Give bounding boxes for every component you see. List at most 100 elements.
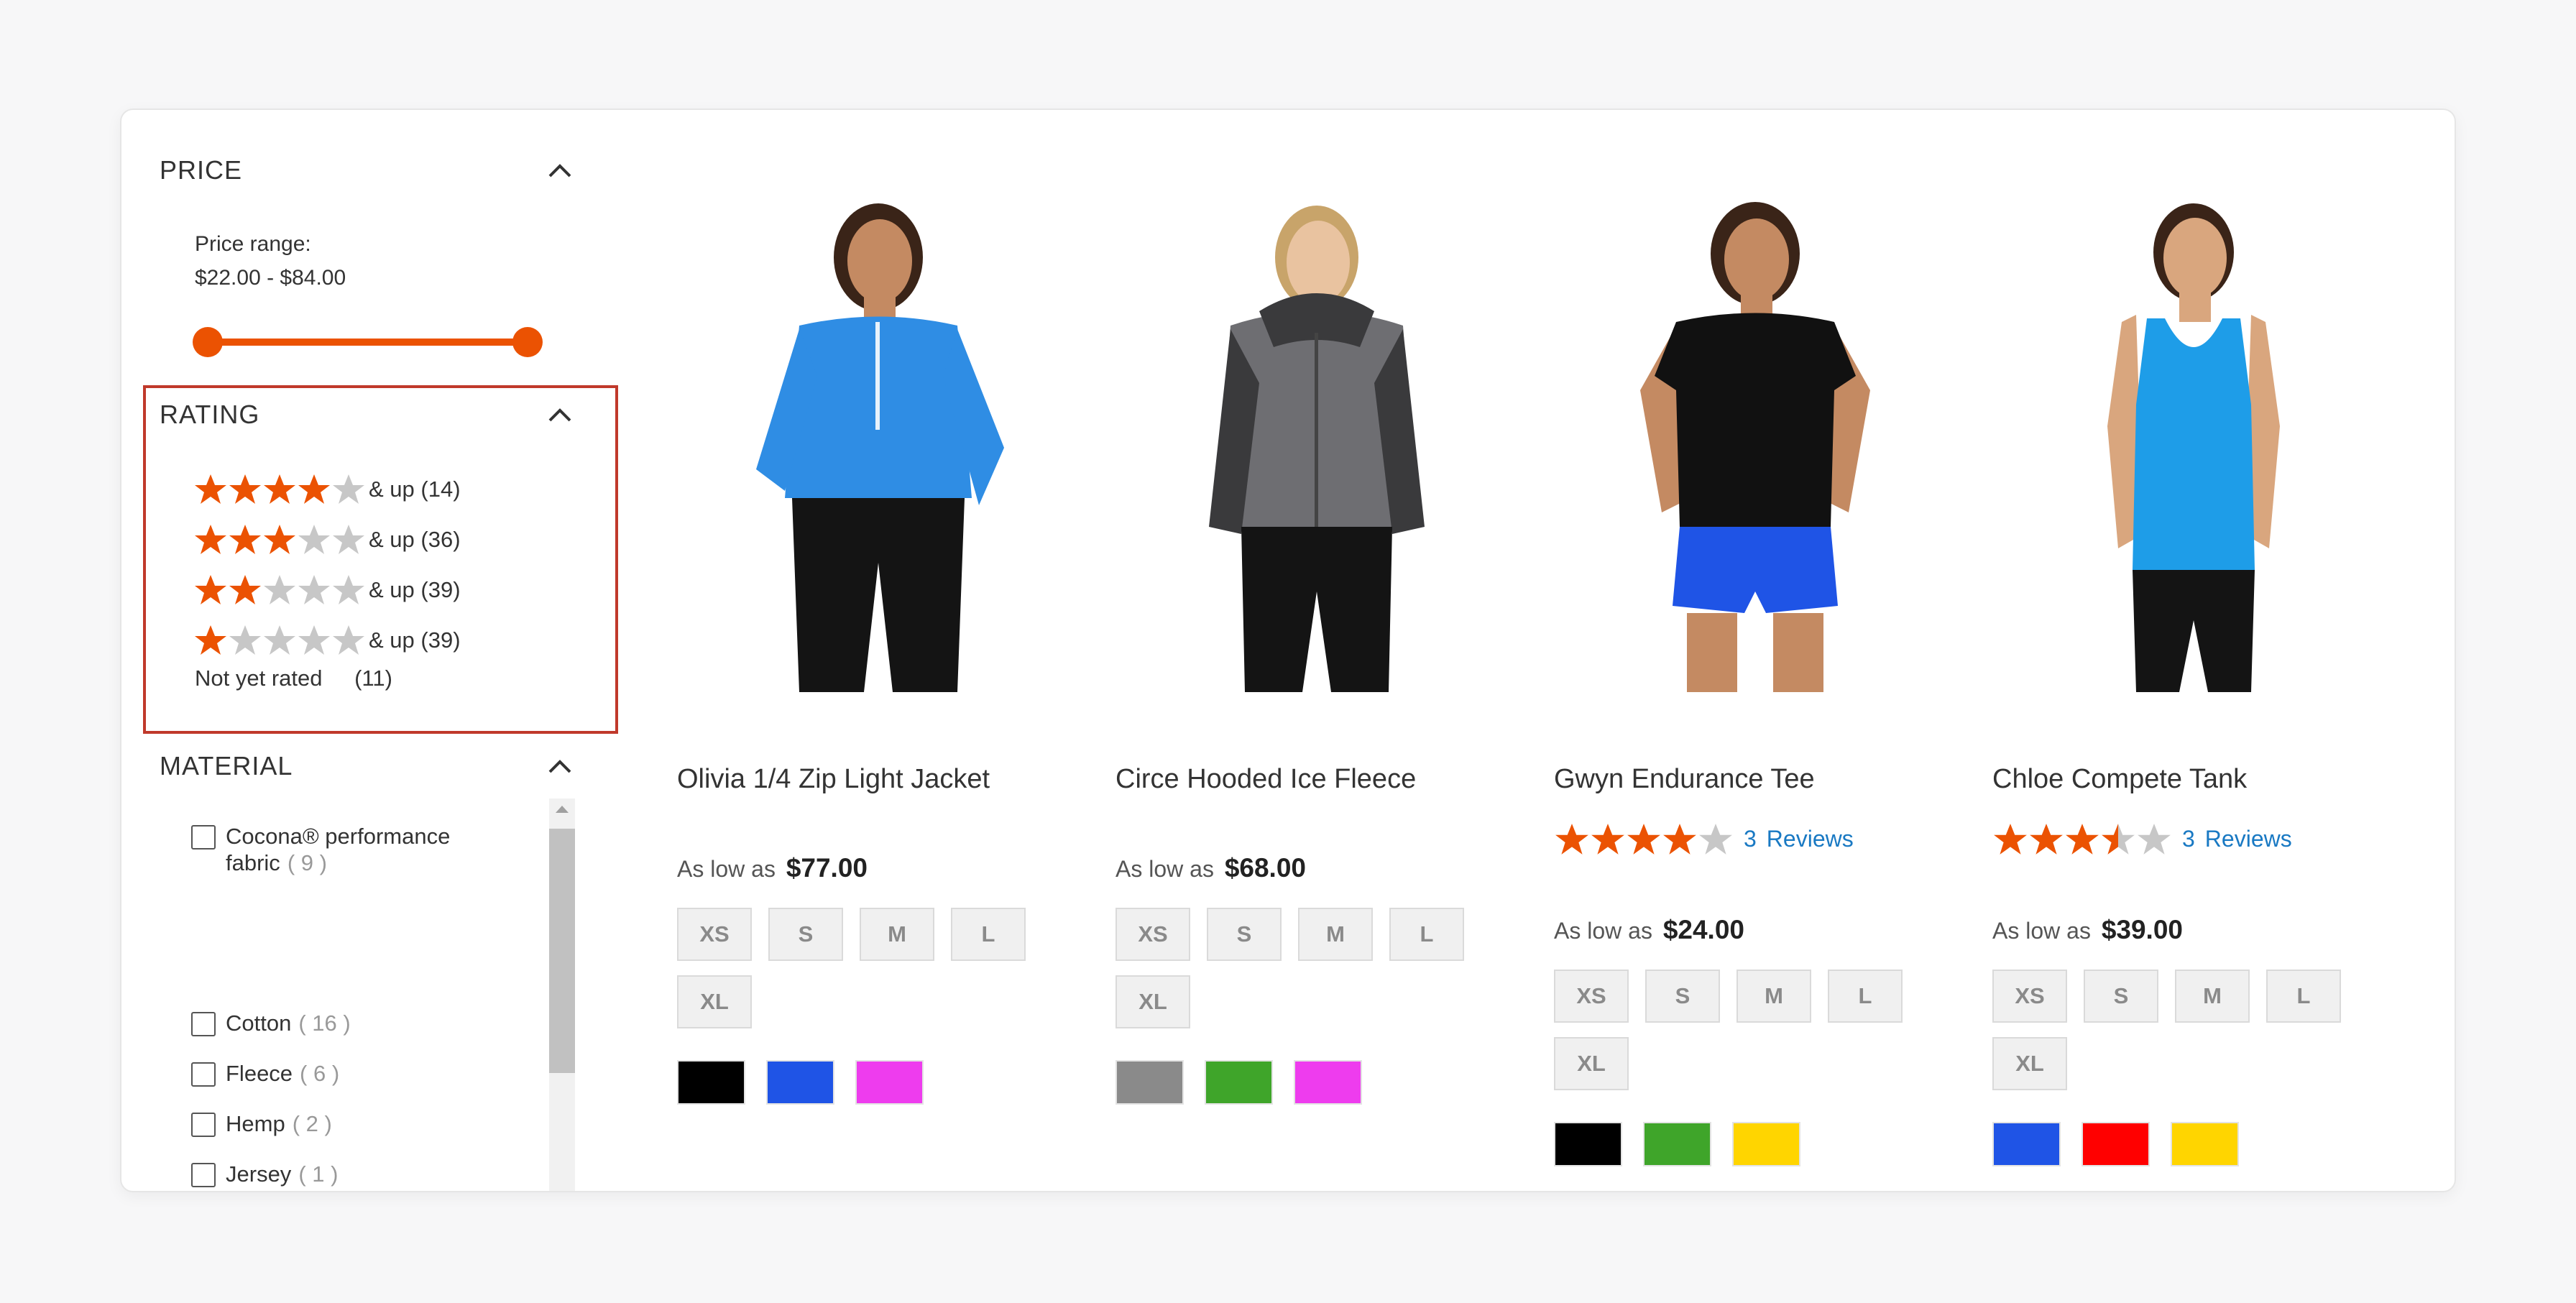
price-range-value: $22.00 - $84.00 [195,266,346,290]
star-filled-icon [195,625,226,655]
size-option-m[interactable]: M [1736,970,1811,1023]
size-option-m[interactable]: M [860,908,934,961]
material-option[interactable]: Hemp( 2 ) [191,1110,513,1137]
color-swatch[interactable] [1116,1060,1184,1105]
rating-stars [193,522,366,557]
material-option-label: Cotton( 16 ) [226,1010,351,1036]
size-option-s[interactable]: S [2084,970,2158,1023]
color-swatch[interactable] [2082,1122,2150,1166]
star-filled-icon [264,525,295,554]
material-option[interactable]: Jersey( 1 ) [191,1161,513,1187]
color-swatch[interactable] [1643,1122,1711,1166]
material-option[interactable]: Cocona® performance fabric( 9 ) [191,823,513,876]
price-slider-max-handle[interactable] [512,327,543,357]
material-checkbox[interactable] [191,825,216,850]
star-filled-icon [264,474,295,504]
product-image[interactable] [677,189,1080,692]
chevron-up-icon[interactable] [548,758,572,774]
rating-stars [193,573,366,607]
material-checkbox[interactable] [191,1113,216,1137]
rating-option-2[interactable]: & up (39) [193,572,461,608]
color-swatch[interactable] [677,1060,745,1105]
size-option-xs[interactable]: XS [1992,970,2067,1023]
size-option-l[interactable]: L [951,908,1026,961]
star-filled-icon [1994,824,2027,855]
product-image[interactable] [1116,189,1518,692]
product-price: As low as $68.00 [1116,853,1306,883]
price-slider-min-handle[interactable] [193,327,223,357]
star-empty-icon [333,625,364,655]
color-swatch[interactable] [855,1060,924,1105]
star-filled-icon [2066,824,2099,855]
material-checkbox[interactable] [191,1062,216,1087]
color-swatch[interactable] [1205,1060,1273,1105]
material-option[interactable]: Cotton( 16 ) [191,1010,513,1036]
product-rating-stars [1992,821,2172,856]
color-swatch[interactable] [766,1060,834,1105]
material-filter-title[interactable]: MATERIAL [160,751,293,781]
star-empty-icon [298,525,330,554]
product-listing-card: PRICE Price range: $22.00 - $84.00 RATIN… [120,109,2456,1192]
material-checkbox[interactable] [191,1012,216,1036]
size-option-xl[interactable]: XL [1116,975,1190,1028]
star-empty-icon [1699,824,1732,855]
star-filled-icon [195,525,226,554]
color-swatch[interactable] [1992,1122,2061,1166]
size-option-s[interactable]: S [1207,908,1282,961]
rating-option-label: & up (14) [369,476,461,502]
star-filled-icon [1627,824,1660,855]
rating-stars [193,472,366,507]
size-option-xs[interactable]: XS [1116,908,1190,961]
size-option-m[interactable]: M [1298,908,1373,961]
rating-option-1[interactable]: & up (39) [193,622,461,658]
color-swatch[interactable] [2171,1122,2239,1166]
star-empty-icon [298,575,330,604]
product-rating: 3 Reviews [1554,821,1864,856]
rating-filter-title[interactable]: RATING [160,400,259,430]
product-price: As low as $77.00 [677,853,868,883]
size-option-l[interactable]: L [1828,970,1903,1023]
not-rated-count: (11) [354,666,392,691]
material-option[interactable]: Fleece( 6 ) [191,1060,513,1087]
material-option-label: Cocona® performance fabric( 9 ) [226,824,451,875]
scroll-up-arrow-icon[interactable] [556,806,569,813]
product-name[interactable]: Gwyn Endurance Tee [1554,764,1815,795]
size-option-xl[interactable]: XL [677,975,752,1028]
star-filled-icon [298,474,330,504]
size-option-xs[interactable]: XS [1554,970,1629,1023]
reviews-link[interactable]: 3 Reviews [1744,826,1864,852]
rating-option-label: & up (39) [369,577,461,602]
size-option-s[interactable]: S [1645,970,1720,1023]
rating-option-4[interactable]: & up (14) [193,471,461,507]
product-image[interactable] [1992,189,2395,692]
reviews-link[interactable]: 3 Reviews [2182,826,2302,852]
product-name[interactable]: Olivia 1/4 Zip Light Jacket [677,764,990,795]
color-swatch[interactable] [1294,1060,1362,1105]
price-filter-title[interactable]: PRICE [160,155,242,185]
rating-option-3[interactable]: & up (36) [193,522,461,558]
product-name[interactable]: Chloe Compete Tank [1992,764,2247,795]
color-swatch[interactable] [1732,1122,1800,1166]
size-option-l[interactable]: L [2266,970,2341,1023]
material-scrollbar-thumb[interactable] [549,829,575,1073]
material-option-label: Jersey( 1 ) [226,1161,339,1187]
product-name[interactable]: Circe Hooded Ice Fleece [1116,764,1416,795]
size-option-xl[interactable]: XL [1992,1037,2067,1090]
material-checkbox[interactable] [191,1163,216,1187]
rating-option-not-rated[interactable]: Not yet rated (11) [195,666,392,691]
size-option-s[interactable]: S [768,908,843,961]
size-option-xs[interactable]: XS [677,908,752,961]
star-empty-icon [298,625,330,655]
star-filled-icon [229,474,261,504]
price-slider-track[interactable] [208,339,528,346]
rating-option-label: & up (39) [369,627,461,653]
size-option-xl[interactable]: XL [1554,1037,1629,1090]
star-filled-icon [195,474,226,504]
chevron-up-icon[interactable] [548,162,572,178]
size-option-l[interactable]: L [1389,908,1464,961]
product-image[interactable] [1554,189,1956,692]
chevron-up-icon[interactable] [548,407,572,423]
color-swatch[interactable] [1554,1122,1622,1166]
star-empty-icon [264,625,295,655]
size-option-m[interactable]: M [2175,970,2250,1023]
